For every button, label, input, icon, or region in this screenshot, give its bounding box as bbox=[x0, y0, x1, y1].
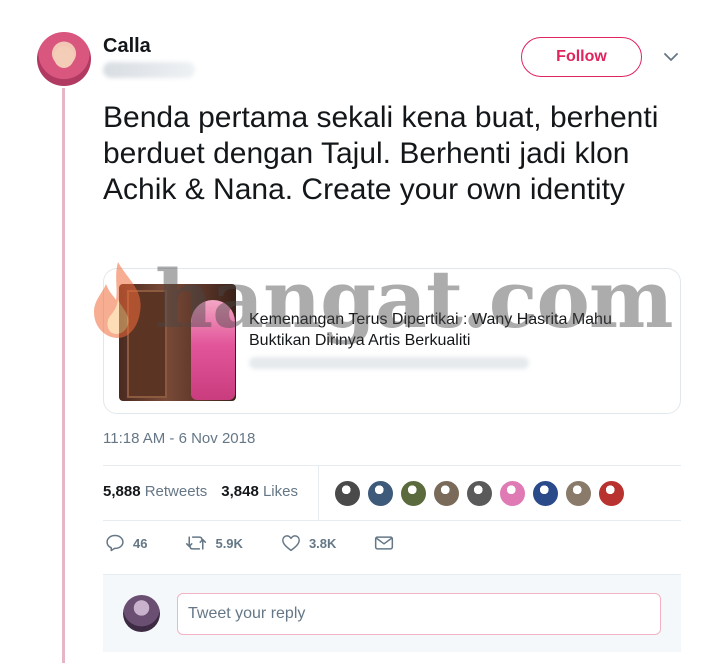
viewer-avatar bbox=[123, 595, 160, 632]
follow-button[interactable]: Follow bbox=[521, 37, 642, 77]
liker-avatar[interactable] bbox=[367, 480, 394, 507]
retweet-button[interactable]: 5.9K bbox=[185, 533, 243, 553]
author-handle-redacted bbox=[103, 62, 195, 78]
liker-avatar[interactable] bbox=[400, 480, 427, 507]
likes-label: Likes bbox=[262, 483, 298, 500]
card-thumbnail bbox=[119, 284, 236, 401]
thumbnail-figure bbox=[191, 300, 235, 400]
heart-icon bbox=[282, 535, 300, 552]
reply-icon bbox=[106, 534, 124, 552]
retweet-count: 5.9K bbox=[215, 535, 243, 551]
thumbnail-door bbox=[127, 290, 167, 398]
like-button[interactable]: 3.8K bbox=[281, 534, 336, 552]
card-url-redacted bbox=[249, 357, 529, 369]
tweet-timestamp[interactable]: 11:18 AM - 6 Nov 2018 bbox=[103, 430, 255, 447]
likes-count: 3,848 bbox=[221, 483, 259, 500]
retweets-label: Retweets bbox=[144, 483, 208, 500]
reply-composer bbox=[103, 574, 681, 652]
author-display-name[interactable]: Calla bbox=[103, 35, 151, 58]
chevron-down-icon[interactable] bbox=[660, 48, 682, 66]
divider-top bbox=[103, 465, 681, 466]
liker-avatars bbox=[334, 480, 625, 507]
direct-message-icon bbox=[375, 536, 394, 550]
liker-avatar[interactable] bbox=[532, 480, 559, 507]
liker-avatar[interactable] bbox=[334, 480, 361, 507]
card-title: Kemenangan Terus Dipertikai : Wany Hasri… bbox=[249, 311, 612, 349]
liker-avatar[interactable] bbox=[433, 480, 460, 507]
liker-avatar[interactable] bbox=[499, 480, 526, 507]
tweet-text: Benda pertama sekali kena buat, berhenti… bbox=[103, 101, 659, 206]
thread-line bbox=[62, 88, 65, 663]
liker-avatar[interactable] bbox=[598, 480, 625, 507]
like-count: 3.8K bbox=[308, 535, 337, 551]
author-avatar[interactable] bbox=[37, 32, 91, 86]
avatar-face bbox=[54, 46, 74, 68]
likes-stat[interactable]: 3,848 Likes bbox=[221, 483, 298, 500]
retweets-stat[interactable]: 5,888 Retweets bbox=[103, 483, 207, 500]
stats-separator bbox=[318, 466, 319, 520]
reply-button[interactable]: 46 bbox=[105, 533, 147, 553]
direct-message-button[interactable] bbox=[374, 534, 394, 552]
liker-avatar[interactable] bbox=[565, 480, 592, 507]
reply-input[interactable] bbox=[177, 593, 661, 635]
engagement-stats: 5,888 Retweets 3,848 Likes bbox=[103, 483, 298, 500]
retweet-icon bbox=[186, 536, 207, 550]
reply-count: 46 bbox=[133, 535, 148, 551]
retweets-count: 5,888 bbox=[103, 483, 141, 500]
link-card[interactable]: Kemenangan Terus Dipertikai : Wany Hasri… bbox=[103, 268, 681, 414]
divider-bottom bbox=[103, 520, 681, 521]
tweet-actions: 46 5.9K 3.8K bbox=[105, 533, 432, 553]
liker-avatar[interactable] bbox=[466, 480, 493, 507]
